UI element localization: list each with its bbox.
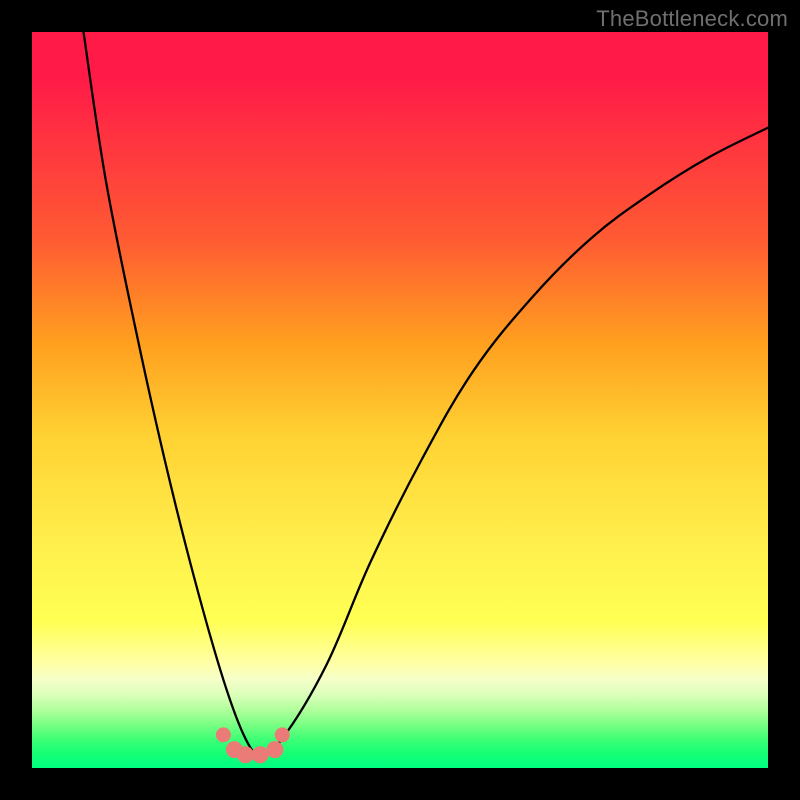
marker-dot [252,746,269,763]
minimum-markers [216,727,290,763]
watermark-text: TheBottleneck.com [596,6,788,32]
chart-svg [32,32,768,768]
marker-dot [275,727,290,742]
marker-dot [237,746,254,763]
outer-frame: TheBottleneck.com [0,0,800,800]
plot-area [32,32,768,768]
marker-dot [266,741,283,758]
marker-dot [216,727,231,742]
bottleneck-curve [84,32,768,753]
